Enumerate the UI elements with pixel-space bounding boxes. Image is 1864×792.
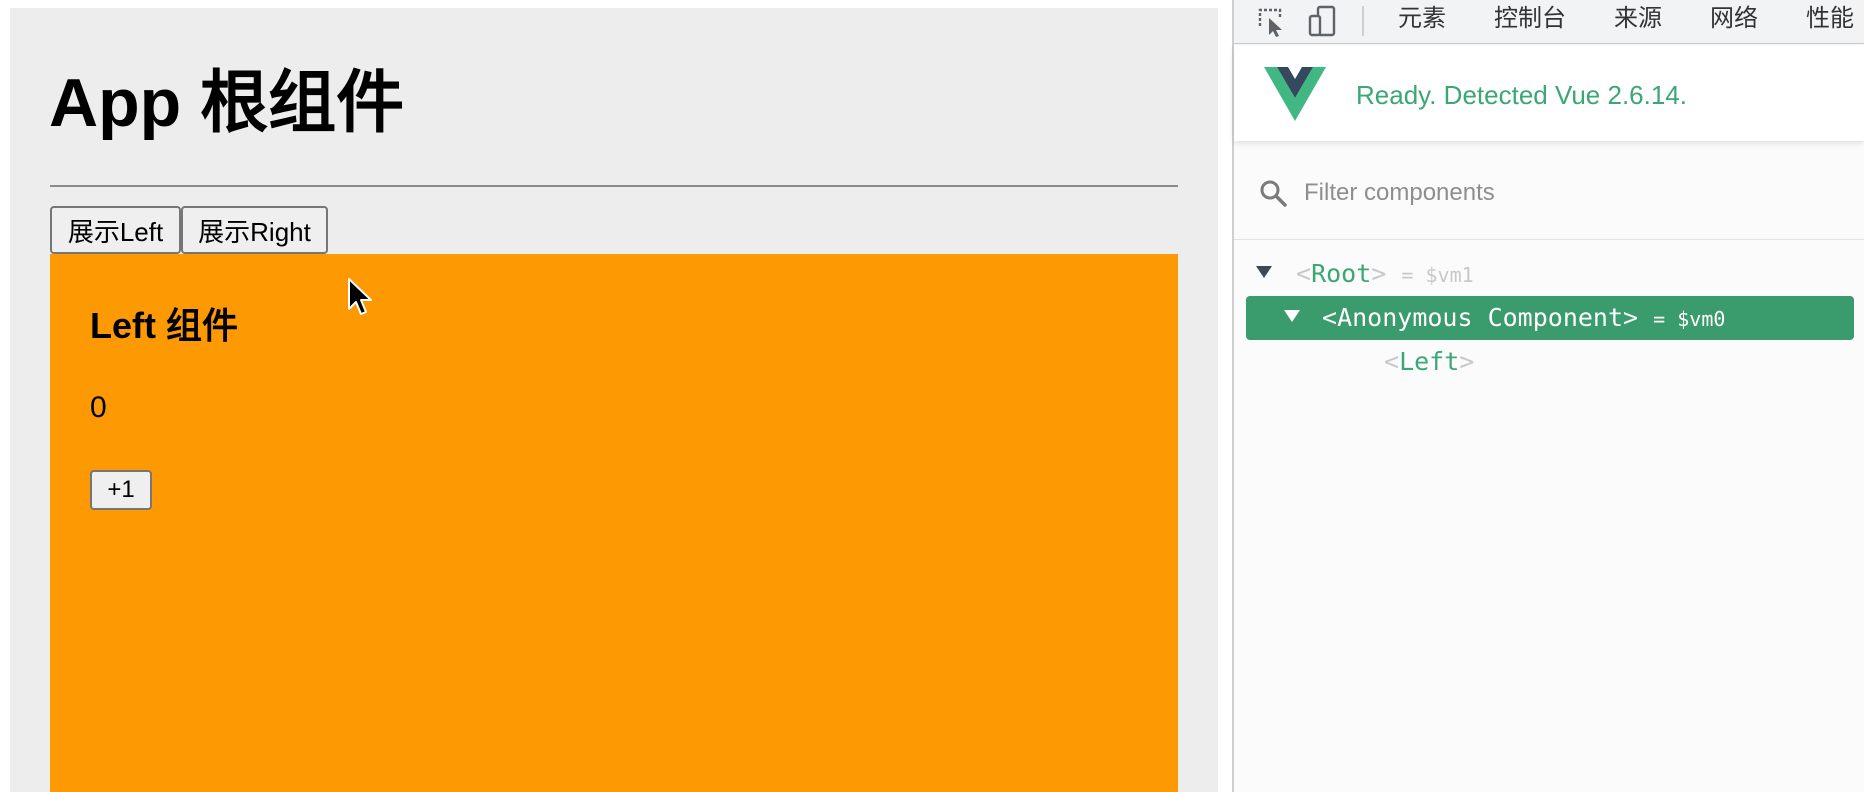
inspect-element-icon[interactable]: [1254, 4, 1288, 38]
app-page: App 根组件 展示Left 展示Right Left 组件 0 +1: [10, 8, 1218, 792]
toggle-button-row: 展示Left 展示Right: [50, 206, 328, 254]
search-icon: [1260, 180, 1287, 207]
filter-components-input[interactable]: [1302, 170, 1826, 216]
vm-reference: = $vm0: [1653, 307, 1726, 331]
vm-reference: = $vm1: [1401, 263, 1474, 287]
toolbar-separator: [1362, 6, 1364, 36]
left-component-heading: Left 组件: [90, 305, 238, 346]
tab-elements[interactable]: 元素: [1398, 0, 1446, 44]
divider: [50, 185, 1178, 187]
tab-console[interactable]: 控制台: [1494, 0, 1566, 44]
show-left-button[interactable]: 展示Left: [50, 206, 181, 254]
tab-performance[interactable]: 性能: [1806, 0, 1854, 44]
tree-node-anonymous-component[interactable]: <Anonymous Component> = $vm0: [1246, 296, 1854, 340]
filter-bar: [1234, 150, 1864, 240]
expand-arrow-icon[interactable]: [1284, 310, 1300, 322]
show-right-button[interactable]: 展示Right: [181, 206, 328, 254]
mouse-cursor-icon: [348, 278, 372, 315]
left-component: Left 组件 0 +1: [50, 254, 1178, 792]
expand-arrow-icon[interactable]: [1256, 266, 1272, 278]
tree-node-label: Root: [1311, 259, 1372, 288]
device-toggle-icon[interactable]: [1306, 4, 1340, 38]
page-title: App 根组件: [49, 65, 405, 141]
tab-network[interactable]: 网络: [1710, 0, 1758, 44]
vue-devtools-header: Ready. Detected Vue 2.6.14.: [1234, 45, 1864, 141]
tab-sources[interactable]: 来源: [1614, 0, 1662, 44]
app-viewport: App 根组件 展示Left 展示Right Left 组件 0 +1: [0, 0, 1232, 792]
devtools-panel: 元素 控制台 来源 网络 性能 Ready. Detected Vue 2.6.…: [1232, 0, 1864, 792]
increment-button[interactable]: +1: [90, 470, 152, 510]
counter-value: 0: [90, 391, 107, 424]
devtools-toolbar: 元素 控制台 来源 网络 性能: [1234, 0, 1864, 44]
tree-node-label: Anonymous Component: [1337, 303, 1624, 332]
vue-logo-icon: [1264, 67, 1326, 121]
tree-node-root[interactable]: <Root> = $vm1: [1252, 252, 1842, 296]
vue-detection-status: Ready. Detected Vue 2.6.14.: [1356, 80, 1687, 110]
tree-node-label: Left: [1399, 347, 1460, 376]
tree-node-left[interactable]: <Left>: [1252, 340, 1842, 384]
